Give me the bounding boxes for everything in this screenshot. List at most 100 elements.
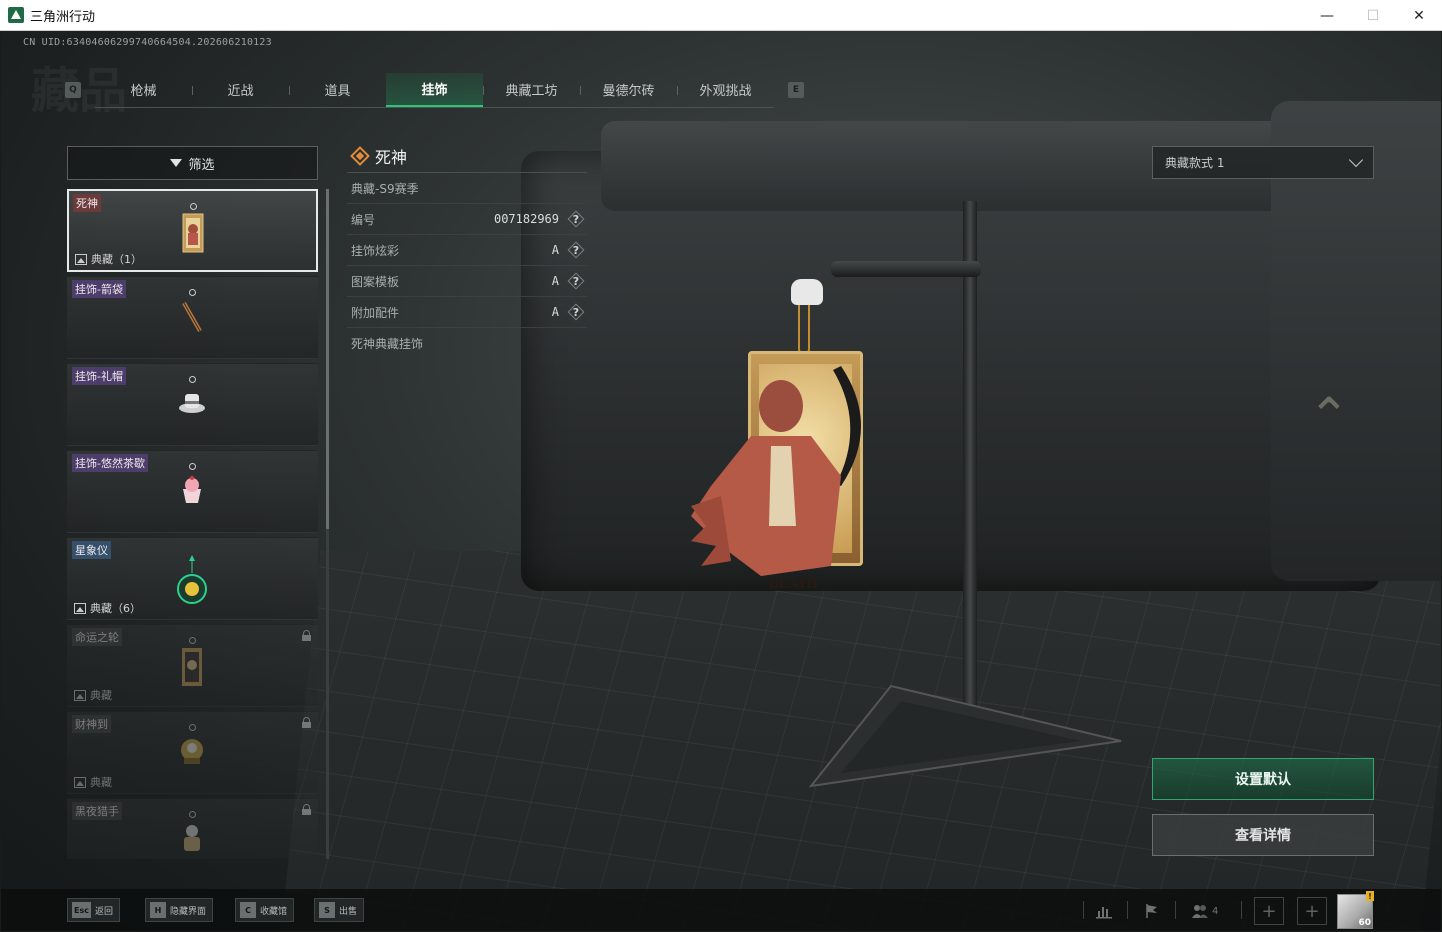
help-icon[interactable]: ? [569, 274, 583, 288]
list-item[interactable]: 星象仪 典藏（6） [67, 537, 318, 620]
maximize-button[interactable]: ☐ [1350, 0, 1396, 31]
charm-thumbnail [178, 289, 206, 349]
footer-divider [1175, 901, 1176, 919]
season-label: 典藏-S9赛季 [351, 181, 419, 196]
attribute-row-pattern: 图案模板 A ? [347, 266, 587, 297]
view-details-button[interactable]: 查看详情 [1152, 814, 1374, 856]
item-collection-info: 典藏（6） [74, 600, 141, 616]
attribute-row-accessory: 附加配件 A ? [347, 297, 587, 328]
collection-hall-hotkey[interactable]: C 收藏馆 [235, 898, 295, 922]
charm-hand-clip [791, 279, 823, 305]
lock-icon [302, 630, 311, 641]
detail-header: 死神 [347, 139, 587, 173]
item-collection-info: 典藏（1） [75, 251, 142, 267]
tab-list: 枪械 近战 道具 挂饰 典藏工坊 曼德尔砖 外观挑战 [95, 72, 774, 108]
item-name: 挂饰-礼帽 [72, 367, 126, 385]
back-hotkey[interactable]: Esc 返回 [67, 898, 120, 922]
list-item[interactable]: 挂饰-箭袋 [67, 276, 318, 359]
minimize-button[interactable]: — [1304, 0, 1350, 31]
filter-icon [170, 159, 183, 167]
plus-icon: + [1304, 900, 1320, 922]
display-stand-pole [963, 201, 977, 721]
list-item[interactable]: 黑夜猎手 [67, 798, 318, 859]
bottom-hotkey-bar: Esc 返回 H 隐藏界面 C 收藏馆 S 出售 4 + + ! 60 [1, 889, 1441, 931]
tab-collection-workshop[interactable]: 典藏工坊 [483, 73, 580, 107]
squad-members-icon[interactable]: 4 [1191, 898, 1231, 924]
sell-hotkey[interactable]: S 出售 [314, 898, 365, 922]
list-item[interactable]: 挂饰-礼帽 [67, 363, 318, 446]
detail-description: 死神典藏挂饰 [351, 337, 424, 351]
charm-reaper-figure[interactable]: DEATH [691, 366, 871, 596]
item-name: 星象仪 [72, 541, 111, 559]
chevron-up-icon: ⌃ [1308, 387, 1350, 445]
attribute-grade: A [551, 274, 559, 288]
attribute-grade: A [551, 243, 559, 257]
list-item[interactable]: 死神 典藏（1） [67, 189, 318, 272]
add-teammate-button[interactable]: + [1297, 897, 1327, 925]
serial-number: 007182969 [493, 212, 559, 226]
image-icon [75, 253, 87, 265]
detail-description-row: 死神典藏挂饰 [347, 328, 587, 359]
help-icon[interactable]: ? [569, 305, 583, 319]
plus-icon: + [1261, 900, 1277, 922]
footer-divider [1083, 901, 1084, 919]
tab-melee[interactable]: 近战 [192, 73, 289, 107]
charm-thumbnail [178, 724, 206, 784]
list-scrollbar[interactable] [326, 189, 329, 859]
list-item[interactable]: 挂饰-悠然茶歇 [67, 450, 318, 533]
flag-icon[interactable] [1139, 898, 1165, 924]
image-icon [74, 776, 86, 788]
image-icon [74, 602, 86, 614]
style-variant-select[interactable]: 典藏款式 1 [1152, 146, 1374, 179]
item-collection-info: 典藏 [74, 687, 112, 703]
detail-title: 死神 [375, 147, 408, 167]
charm-detail-panel: 死神 典藏-S9赛季 编号 007182969 ? 挂饰炫彩 A ? 图案模板 … [347, 139, 587, 359]
next-tab-key-hint[interactable]: E [788, 82, 804, 98]
filter-button[interactable]: 筛选 [67, 146, 318, 180]
notification-badge: ! [1366, 891, 1374, 901]
footer-divider [1241, 901, 1242, 919]
attribute-row-serial: 编号 007182969 ? [347, 204, 587, 235]
game-viewport: ⌃ 藏品 CN UID:63404606299740664504.2026062… [1, 31, 1441, 931]
list-item[interactable]: 命运之轮 典藏 [67, 624, 318, 707]
charm-list: 死神 典藏（1） 挂饰-箭袋 挂饰-礼帽 挂饰-悠然茶歇 星象仪 典藏（6） 命… [67, 189, 319, 859]
charm-thumbnail [179, 203, 207, 263]
tab-charms[interactable]: 挂饰 [386, 72, 483, 107]
stats-chart-icon[interactable] [1091, 898, 1117, 924]
prev-tab-key-hint[interactable]: Q [65, 82, 81, 98]
list-item[interactable]: 财神到 典藏 [67, 711, 318, 794]
tab-guns[interactable]: 枪械 [95, 73, 192, 107]
app-logo-icon [8, 7, 24, 23]
set-default-button[interactable]: 设置默认 [1152, 758, 1374, 800]
item-name: 财神到 [72, 715, 111, 733]
charm-thumbnail [178, 376, 206, 436]
tab-mandel-brick[interactable]: 曼德尔砖 [580, 73, 677, 107]
close-button[interactable]: ✕ [1396, 0, 1442, 31]
item-name: 死神 [73, 194, 101, 212]
filter-label: 筛选 [188, 157, 215, 173]
season-row: 典藏-S9赛季 [347, 173, 587, 204]
tab-appearance-challenge[interactable]: 外观挑战 [677, 73, 774, 107]
card-caption: DEATH [769, 577, 818, 592]
hide-ui-hotkey[interactable]: H 隐藏界面 [145, 898, 214, 922]
tab-items[interactable]: 道具 [289, 73, 386, 107]
rarity-diamond-icon [350, 145, 370, 166]
lock-icon [302, 804, 311, 815]
window-title: 三角洲行动 [30, 9, 96, 25]
image-icon [74, 689, 86, 701]
add-teammate-button[interactable]: + [1254, 897, 1284, 925]
player-avatar[interactable]: ! 60 [1337, 891, 1374, 929]
help-icon[interactable]: ? [569, 212, 583, 226]
attribute-row-color: 挂饰炫彩 A ? [347, 235, 587, 266]
player-level: 60 [1358, 918, 1371, 928]
footer-divider [1127, 901, 1128, 919]
lock-icon [302, 717, 311, 728]
window-controls: — ☐ ✕ [1304, 0, 1442, 31]
charm-thumbnail [178, 811, 206, 859]
uid-text: CN UID:63404606299740664504.202606210123 [23, 37, 272, 48]
window-titlebar: 三角洲行动 — ☐ ✕ [0, 0, 1442, 31]
list-scroll-thumb[interactable] [326, 189, 329, 529]
chevron-down-icon [1348, 152, 1364, 168]
help-icon[interactable]: ? [569, 243, 583, 257]
category-tabbar: Q 枪械 近战 道具 挂饰 典藏工坊 曼德尔砖 外观挑战 E [65, 72, 804, 108]
